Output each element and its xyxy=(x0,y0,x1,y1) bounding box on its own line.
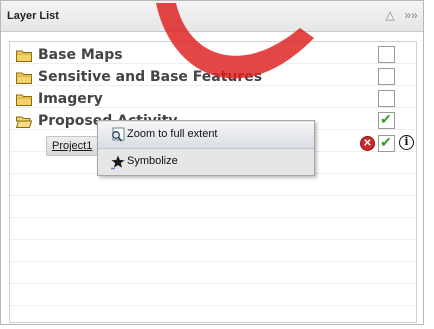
layer-row-base-maps[interactable]: Base Maps xyxy=(10,45,416,67)
layer-label: Base Maps xyxy=(38,47,123,63)
project-label: Project1 xyxy=(52,140,93,152)
layer-row-imagery[interactable]: Imagery xyxy=(10,89,416,111)
visibility-checkbox[interactable] xyxy=(378,46,395,63)
folder-icon xyxy=(16,94,32,106)
visibility-checkbox[interactable] xyxy=(378,68,395,85)
visibility-checkbox[interactable] xyxy=(378,90,395,107)
open-folder-icon xyxy=(16,116,32,128)
layer-label: Imagery xyxy=(38,91,103,107)
menu-item-zoom-full-extent[interactable]: Zoom to full extent xyxy=(98,122,314,149)
menu-item-label: Symbolize xyxy=(127,155,178,167)
visibility-checkbox[interactable] xyxy=(378,134,395,152)
remove-layer-icon[interactable]: ✕ xyxy=(360,136,375,151)
layer-label: Sensitive and Base Features xyxy=(38,69,263,85)
layer-tree: Base Maps Sensitive and Base Features Im… xyxy=(9,41,417,323)
panel-header: Layer List △ »» xyxy=(1,1,423,32)
collapse-icon[interactable]: △ xyxy=(382,8,398,22)
folder-icon xyxy=(16,50,32,62)
menu-item-label: Zoom to full extent xyxy=(127,128,218,140)
menu-item-symbolize[interactable]: Symbolize xyxy=(98,149,314,175)
layer-context-menu: Zoom to full extent Symbolize xyxy=(97,120,315,176)
star-symbol-icon xyxy=(111,155,125,170)
layer-row-sensitive-features[interactable]: Sensitive and Base Features xyxy=(10,67,416,89)
zoom-extent-icon xyxy=(112,127,125,142)
folder-icon xyxy=(16,72,32,84)
expand-double-chevron-icon[interactable]: »» xyxy=(403,8,419,22)
visibility-checkbox[interactable] xyxy=(378,111,395,129)
info-icon[interactable]: i xyxy=(399,135,414,150)
panel-title: Layer List xyxy=(7,10,59,22)
